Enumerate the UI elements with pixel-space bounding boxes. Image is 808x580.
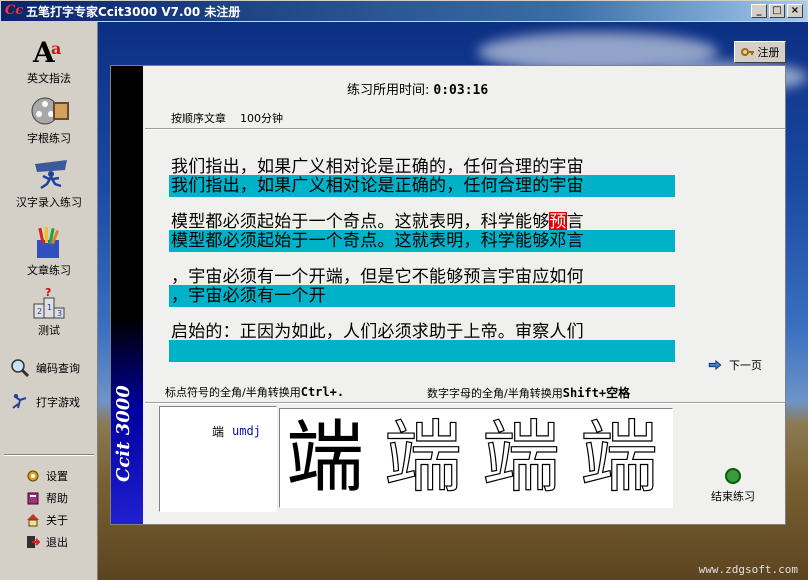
pencils-icon: [31, 226, 67, 260]
svg-text:a: a: [51, 39, 61, 58]
window-controls: _ □ ×: [751, 4, 803, 18]
sidebar-item-label: 字根练习: [27, 132, 71, 145]
register-label: 注册: [757, 46, 780, 59]
sidebar-item-exit[interactable]: 退出: [26, 534, 68, 550]
end-practice-label: 结束练习: [711, 490, 755, 503]
sidebar-item-label: 文章练习: [27, 264, 71, 277]
maximize-button[interactable]: □: [769, 4, 785, 18]
svg-text:?: ?: [45, 286, 51, 299]
sidebar-item-label: 帮助: [46, 492, 68, 505]
sidebar-item-label: 打字游戏: [36, 396, 80, 409]
film-reel-icon: [31, 94, 69, 128]
sidebar-item-label: 编码查询: [36, 362, 80, 375]
source-line-2: 模型都必须起始于一个奇点。这就表明，科学能够预言: [171, 212, 584, 232]
sidebar: A a 英文指法 字根练习 汉字录入练习 文章练习 ? 1 2 3 测试 编码查…: [0, 22, 98, 580]
sidebar-item-settings[interactable]: 设置: [26, 468, 68, 484]
sidebar-item-english-fingering[interactable]: A a 英文指法: [0, 34, 98, 86]
sidebar-item-radical-practice[interactable]: 字根练习: [0, 94, 98, 146]
sidebar-item-typing-game[interactable]: 打字游戏: [10, 392, 80, 412]
watermark: www.zdgsoft.com: [698, 563, 798, 576]
gear-icon: [26, 469, 40, 483]
svg-text:1: 1: [47, 303, 52, 312]
practice-panel: Ccit 3000 练习所用时间: 0:03:16 按顺序文章 100分钟 我们指出…: [110, 65, 786, 525]
hint-divider: [145, 402, 785, 404]
app-logo-icon: Cc: [5, 3, 24, 18]
svg-text:3: 3: [57, 309, 62, 318]
arrow-right-icon: [708, 360, 722, 370]
elapsed-time-label: 练习所用时间:: [347, 83, 430, 98]
sidebar-item-help[interactable]: 帮助: [26, 490, 68, 506]
sidebar-item-label: 英文指法: [27, 72, 71, 85]
practice-duration: 100分钟: [240, 112, 283, 125]
current-character: 端: [212, 425, 225, 439]
sidebar-item-article-practice[interactable]: 文章练习: [0, 226, 98, 278]
sidebar-divider: [4, 454, 94, 456]
house-icon: [26, 513, 40, 527]
stroke-order-display: 端 端 端 端: [279, 408, 673, 508]
typed-line-4[interactable]: [169, 340, 675, 362]
sidebar-item-label: 退出: [46, 536, 68, 549]
source-line-4: 启始的：正因为如此，人们必须求助于上帝。审察人们: [171, 322, 584, 342]
sidebar-item-about[interactable]: 关于: [26, 512, 68, 528]
current-char-highlight: 预: [549, 212, 567, 232]
code-display: 端 umdj: [159, 406, 277, 512]
register-button[interactable]: 注册: [734, 41, 786, 63]
typed-line-2[interactable]: 模型都必须起始于一个奇点。这就表明，科学能够邓言: [169, 230, 675, 252]
next-page-label: 下一页: [729, 359, 762, 372]
podium-icon: ? 1 2 3: [31, 286, 67, 320]
sidebar-item-label: 测试: [38, 324, 60, 337]
power-icon: [725, 468, 741, 484]
end-practice-button[interactable]: 结束练习: [711, 468, 755, 504]
punct-hint: 标点符号的全角/半角转换用Ctrl+.: [165, 385, 345, 399]
typed-line-1[interactable]: 我们指出，如果广义相对论是正确的，任何合理的宇宙: [169, 175, 675, 197]
brand-vertical-text: Ccit 3000: [113, 385, 134, 483]
minimize-button[interactable]: _: [751, 4, 767, 18]
typed-line-3[interactable]: ，宇宙必须有一个开: [169, 285, 675, 307]
sidebar-item-label: 关于: [46, 514, 68, 527]
stroke-glyph-1: 端: [286, 413, 365, 503]
source-line-1: 我们指出，如果广义相对论是正确的，任何合理的宇宙: [171, 157, 584, 177]
key-icon: [740, 48, 754, 56]
title-bar: Cc 五笔打字专家Ccit3000 V7.00 未注册 _ □ ×: [0, 0, 808, 22]
book-icon: [26, 491, 40, 505]
svg-text:2: 2: [37, 307, 42, 316]
elapsed-time: 练习所用时间: 0:03:16: [347, 79, 488, 98]
alnum-hint: 数字字母的全角/半角转换用Shift+空格: [427, 386, 631, 400]
next-page-button[interactable]: 下一页: [707, 357, 762, 373]
stroke-glyph-4: 端: [579, 412, 659, 503]
exit-icon: [26, 535, 41, 549]
sidebar-item-label: 汉字录入练习: [16, 196, 82, 209]
source-line-3: ，宇宙必须有一个开端，但是它不能够预言宇宙应如何: [171, 267, 584, 287]
header-divider: [145, 128, 785, 130]
game-icon: [10, 392, 30, 412]
elapsed-time-value: 0:03:16: [433, 83, 489, 98]
sidebar-item-test[interactable]: ? 1 2 3 测试: [0, 286, 98, 338]
brand-sidebar: Ccit 3000: [111, 66, 143, 524]
close-button[interactable]: ×: [787, 4, 803, 18]
letter-a-icon: A a: [31, 34, 67, 69]
window-title: 五笔打字专家Ccit3000 V7.00 未注册: [26, 4, 241, 19]
sidebar-item-label: 设置: [46, 470, 68, 483]
sidebar-item-chinese-input[interactable]: 汉字录入练习: [0, 158, 98, 210]
sidebar-item-code-lookup[interactable]: 编码查询: [10, 358, 80, 378]
stroke-glyph-2: 端: [383, 412, 463, 503]
practice-mode: 按顺序文章 100分钟: [171, 110, 283, 126]
running-person-icon: [31, 158, 67, 192]
wubi-code: umdj: [232, 424, 261, 438]
stroke-glyph-3: 端: [481, 412, 561, 503]
magnifier-icon: [10, 358, 30, 378]
practice-mode-label: 按顺序文章: [171, 112, 226, 125]
